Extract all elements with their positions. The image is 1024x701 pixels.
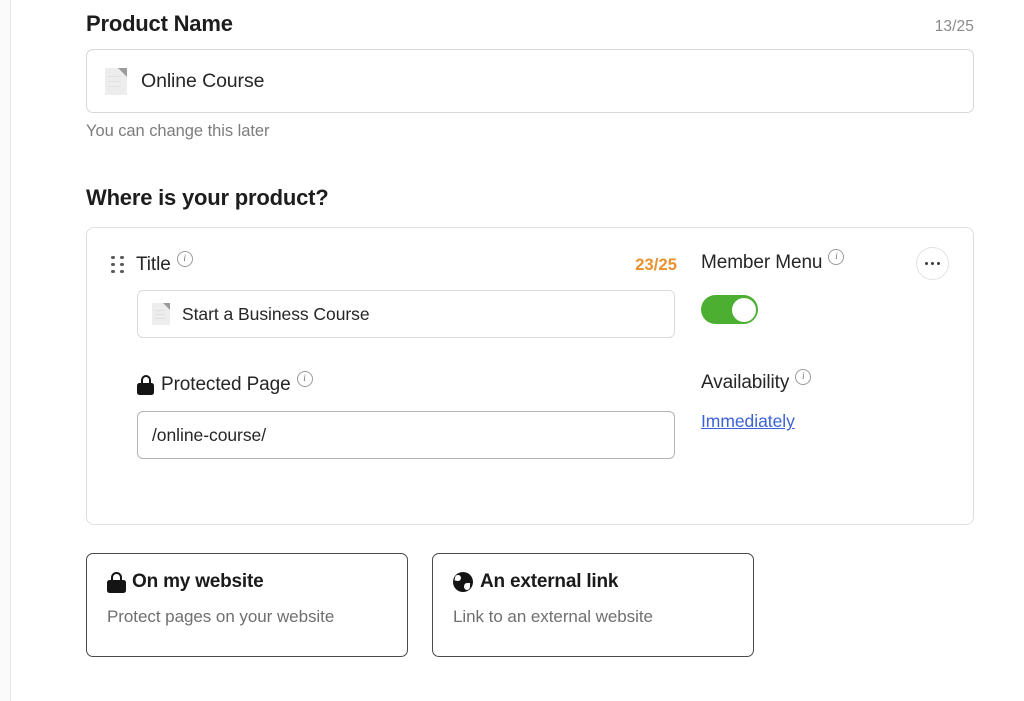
option-card-subtitle: Protect pages on your website	[107, 607, 335, 627]
availability-value-link[interactable]: Immediately	[701, 411, 795, 432]
member-menu-label-wrap: Member Menu i	[701, 249, 845, 274]
protected-page-label-line: Protected Page i	[137, 371, 677, 398]
product-location-card: Title i 23/25 Start a Business Course Me…	[86, 227, 974, 526]
option-card-on-my-website[interactable]: On my website Protect pages on your webs…	[86, 553, 408, 658]
info-icon[interactable]: i	[828, 249, 845, 266]
product-name-input[interactable]: Online Course	[86, 49, 974, 114]
product-name-header: Product Name 13/25	[86, 0, 974, 37]
info-icon[interactable]: i	[176, 251, 193, 268]
option-card-subtitle: Link to an external website	[453, 607, 653, 627]
availability-label-wrap: Availability i	[701, 369, 812, 394]
member-menu-column: Member Menu i	[677, 247, 949, 325]
title-label-line: Title i 23/25	[111, 251, 677, 278]
protected-page-label: Protected Page	[161, 374, 291, 396]
content-area: Product Name 13/25 Online Course You can…	[86, 0, 974, 658]
product-name-char-counter: 13/25	[934, 18, 974, 35]
member-menu-label: Member Menu	[701, 252, 823, 274]
product-name-value: Online Course	[141, 69, 265, 92]
info-icon[interactable]: i	[795, 369, 812, 386]
info-icon[interactable]: i	[296, 371, 313, 388]
protected-page-column: Protected Page i /online-course/	[111, 371, 677, 460]
lock-icon	[137, 375, 154, 396]
availability-label: Availability	[701, 372, 790, 394]
page-title: Product Name	[86, 11, 233, 36]
left-gutter	[0, 0, 10, 701]
title-char-counter: 23/25	[635, 255, 677, 274]
more-options-icon[interactable]	[916, 247, 949, 281]
globe-icon	[453, 572, 473, 593]
option-card-title: An external link	[480, 571, 619, 593]
title-input[interactable]: Start a Business Course	[137, 290, 675, 339]
toggle-knob	[731, 297, 756, 322]
document-icon	[105, 67, 127, 95]
member-menu-toggle[interactable]	[701, 295, 758, 325]
drag-handle-icon[interactable]	[111, 255, 127, 275]
left-divider	[10, 0, 11, 701]
title-column: Title i 23/25 Start a Business Course	[111, 251, 677, 339]
option-card-title-row: On my website	[107, 571, 387, 593]
availability-header: Availability i	[701, 369, 949, 398]
where-section-title: Where is your product?	[86, 185, 329, 211]
title-input-value: Start a Business Course	[182, 303, 370, 324]
title-label: Title	[136, 254, 171, 276]
card-row-protected-page: Protected Page i /online-course/ Availab…	[111, 369, 949, 460]
option-card-title-row: An external link	[453, 571, 733, 593]
location-option-cards: On my website Protect pages on your webs…	[86, 553, 974, 658]
document-icon	[152, 303, 170, 326]
slug-value: /online-course/	[152, 424, 267, 445]
slug-input[interactable]: /online-course/	[137, 411, 675, 460]
product-name-helper-text: You can change this later	[86, 122, 270, 141]
member-menu-header: Member Menu i	[701, 247, 949, 281]
option-card-title: On my website	[132, 571, 264, 593]
card-row-title: Title i 23/25 Start a Business Course Me…	[111, 247, 949, 339]
option-card-external-link[interactable]: An external link Link to an external web…	[432, 553, 754, 658]
page-root: Product Name 13/25 Online Course You can…	[0, 0, 1024, 701]
availability-column: Availability i Immediately	[677, 369, 949, 432]
lock-icon	[107, 571, 126, 593]
